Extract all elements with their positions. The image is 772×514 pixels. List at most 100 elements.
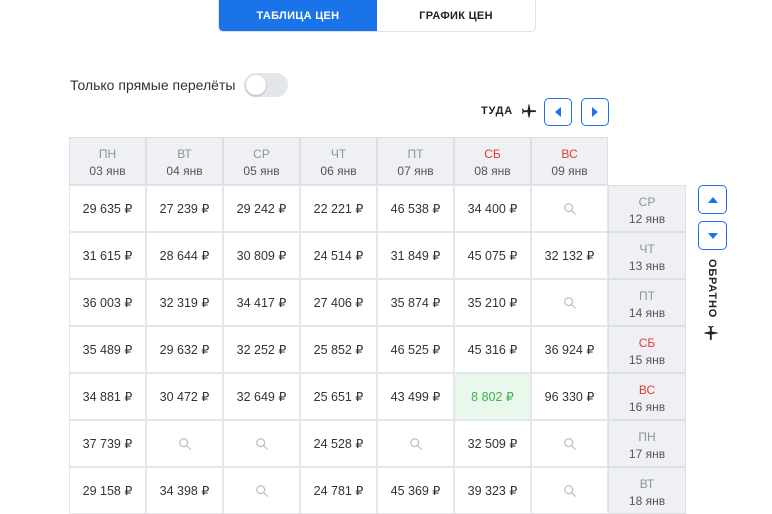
price-cell[interactable]: 34 881 ₽: [69, 373, 146, 420]
price-cell[interactable]: 46 525 ₽: [377, 326, 454, 373]
price-value: 36 003 ₽: [82, 296, 133, 310]
price-cell[interactable]: 46 538 ₽: [377, 185, 454, 232]
price-cell[interactable]: 32 252 ₽: [223, 326, 300, 373]
price-value: 45 369 ₽: [390, 484, 441, 498]
price-value: 28 644 ₽: [159, 249, 210, 263]
price-cell[interactable]: 43 499 ₽: [377, 373, 454, 420]
price-cell[interactable]: 35 489 ₽: [69, 326, 146, 373]
column-weekday: ПТ: [407, 147, 424, 161]
price-value: 29 158 ₽: [82, 484, 133, 498]
price-value: 25 651 ₽: [313, 390, 364, 404]
price-cell[interactable]: 37 739 ₽: [69, 420, 146, 467]
search-price-cell[interactable]: [531, 279, 608, 326]
price-cell[interactable]: 24 781 ₽: [300, 467, 377, 514]
row-header-5: ПН 17 янв: [608, 420, 686, 467]
price-cell[interactable]: 28 644 ₽: [146, 232, 223, 279]
price-value: 45 075 ₽: [467, 249, 518, 263]
price-value: 8 802 ₽: [471, 390, 514, 404]
price-cell[interactable]: 36 003 ₽: [69, 279, 146, 326]
search-price-cell[interactable]: [223, 467, 300, 514]
price-value: 35 210 ₽: [467, 296, 518, 310]
price-value: 32 252 ₽: [236, 343, 287, 357]
column-weekday: СР: [253, 147, 270, 161]
price-cell[interactable]: 96 330 ₽: [531, 373, 608, 420]
search-price-cell[interactable]: [531, 420, 608, 467]
column-date: 03 янв: [89, 164, 126, 178]
price-cell[interactable]: 24 514 ₽: [300, 232, 377, 279]
column-weekday: ВС: [561, 147, 578, 161]
chevron-left-icon: [555, 107, 561, 117]
row-weekday: ЧТ: [639, 242, 655, 256]
price-value: 25 852 ₽: [313, 343, 364, 357]
row-date: 15 янв: [628, 353, 666, 367]
search-price-cell[interactable]: [223, 420, 300, 467]
price-cell[interactable]: 27 239 ₽: [146, 185, 223, 232]
price-cell[interactable]: 36 924 ₽: [531, 326, 608, 373]
price-cell[interactable]: 8 802 ₽: [454, 373, 531, 420]
price-cell[interactable]: 30 472 ₽: [146, 373, 223, 420]
search-icon: [178, 437, 191, 450]
price-cell[interactable]: 35 210 ₽: [454, 279, 531, 326]
search-price-cell[interactable]: [377, 420, 454, 467]
chevron-right-icon: [592, 107, 598, 117]
price-cell[interactable]: 45 316 ₽: [454, 326, 531, 373]
return-next-button[interactable]: [698, 221, 727, 250]
outbound-prev-button[interactable]: [544, 98, 572, 126]
price-value: 36 924 ₽: [544, 343, 595, 357]
price-cell[interactable]: 29 242 ₽: [223, 185, 300, 232]
price-value: 35 489 ₽: [82, 343, 133, 357]
price-value: 35 874 ₽: [390, 296, 441, 310]
price-cell[interactable]: 34 417 ₽: [223, 279, 300, 326]
price-cell[interactable]: 31 849 ₽: [377, 232, 454, 279]
price-value: 34 400 ₽: [467, 202, 518, 216]
search-price-cell[interactable]: [531, 185, 608, 232]
row-date: 12 янв: [628, 212, 666, 226]
price-value: 46 538 ₽: [390, 202, 441, 216]
price-cell[interactable]: 25 852 ₽: [300, 326, 377, 373]
price-cell[interactable]: 45 075 ₽: [454, 232, 531, 279]
price-cell[interactable]: 24 528 ₽: [300, 420, 377, 467]
price-cell[interactable]: 45 369 ₽: [377, 467, 454, 514]
row-weekday: ВС: [638, 383, 656, 397]
price-cell[interactable]: 27 406 ₽: [300, 279, 377, 326]
price-value: 34 398 ₽: [159, 484, 210, 498]
price-cell[interactable]: 34 398 ₽: [146, 467, 223, 514]
tab-price-chart[interactable]: ГРАФИК ЦЕН: [377, 0, 535, 31]
price-cell[interactable]: 34 400 ₽: [454, 185, 531, 232]
direct-flights-toggle[interactable]: [244, 73, 289, 97]
outbound-label: ТУДА: [481, 105, 513, 117]
search-price-cell[interactable]: [146, 420, 223, 467]
row-date: 18 янв: [628, 494, 666, 508]
column-date: 08 янв: [474, 164, 511, 178]
search-price-cell[interactable]: [531, 467, 608, 514]
outbound-next-button[interactable]: [581, 98, 609, 126]
direct-flights-filter: Только прямые перелёты: [70, 73, 289, 97]
search-icon: [409, 437, 422, 450]
view-tabs: ТАБЛИЦА ЦЕН ГРАФИК ЦЕН: [218, 0, 536, 32]
search-icon: [255, 437, 268, 450]
column-header-4: ПТ 07 янв: [377, 137, 454, 185]
column-date: 06 янв: [320, 164, 357, 178]
price-cell[interactable]: 29 632 ₽: [146, 326, 223, 373]
price-cell[interactable]: 22 221 ₽: [300, 185, 377, 232]
price-cell[interactable]: 29 158 ₽: [69, 467, 146, 514]
price-cell[interactable]: 35 874 ₽: [377, 279, 454, 326]
price-cell[interactable]: 32 132 ₽: [531, 232, 608, 279]
price-value: 32 509 ₽: [467, 437, 518, 451]
price-value: 29 635 ₽: [82, 202, 133, 216]
price-cell[interactable]: 31 615 ₽: [69, 232, 146, 279]
chevron-down-icon: [707, 232, 718, 239]
price-cell[interactable]: 32 509 ₽: [454, 420, 531, 467]
price-cell[interactable]: 32 319 ₽: [146, 279, 223, 326]
price-cell[interactable]: 30 809 ₽: [223, 232, 300, 279]
price-value: 43 499 ₽: [390, 390, 441, 404]
price-cell[interactable]: 39 323 ₽: [454, 467, 531, 514]
tab-price-table[interactable]: ТАБЛИЦА ЦЕН: [219, 0, 377, 31]
price-value: 24 528 ₽: [313, 437, 364, 451]
row-header-1: ЧТ 13 янв: [608, 232, 686, 279]
price-cell[interactable]: 32 649 ₽: [223, 373, 300, 420]
price-cell[interactable]: 29 635 ₽: [69, 185, 146, 232]
return-prev-button[interactable]: [698, 185, 727, 214]
row-weekday: ПТ: [639, 289, 655, 303]
price-cell[interactable]: 25 651 ₽: [300, 373, 377, 420]
